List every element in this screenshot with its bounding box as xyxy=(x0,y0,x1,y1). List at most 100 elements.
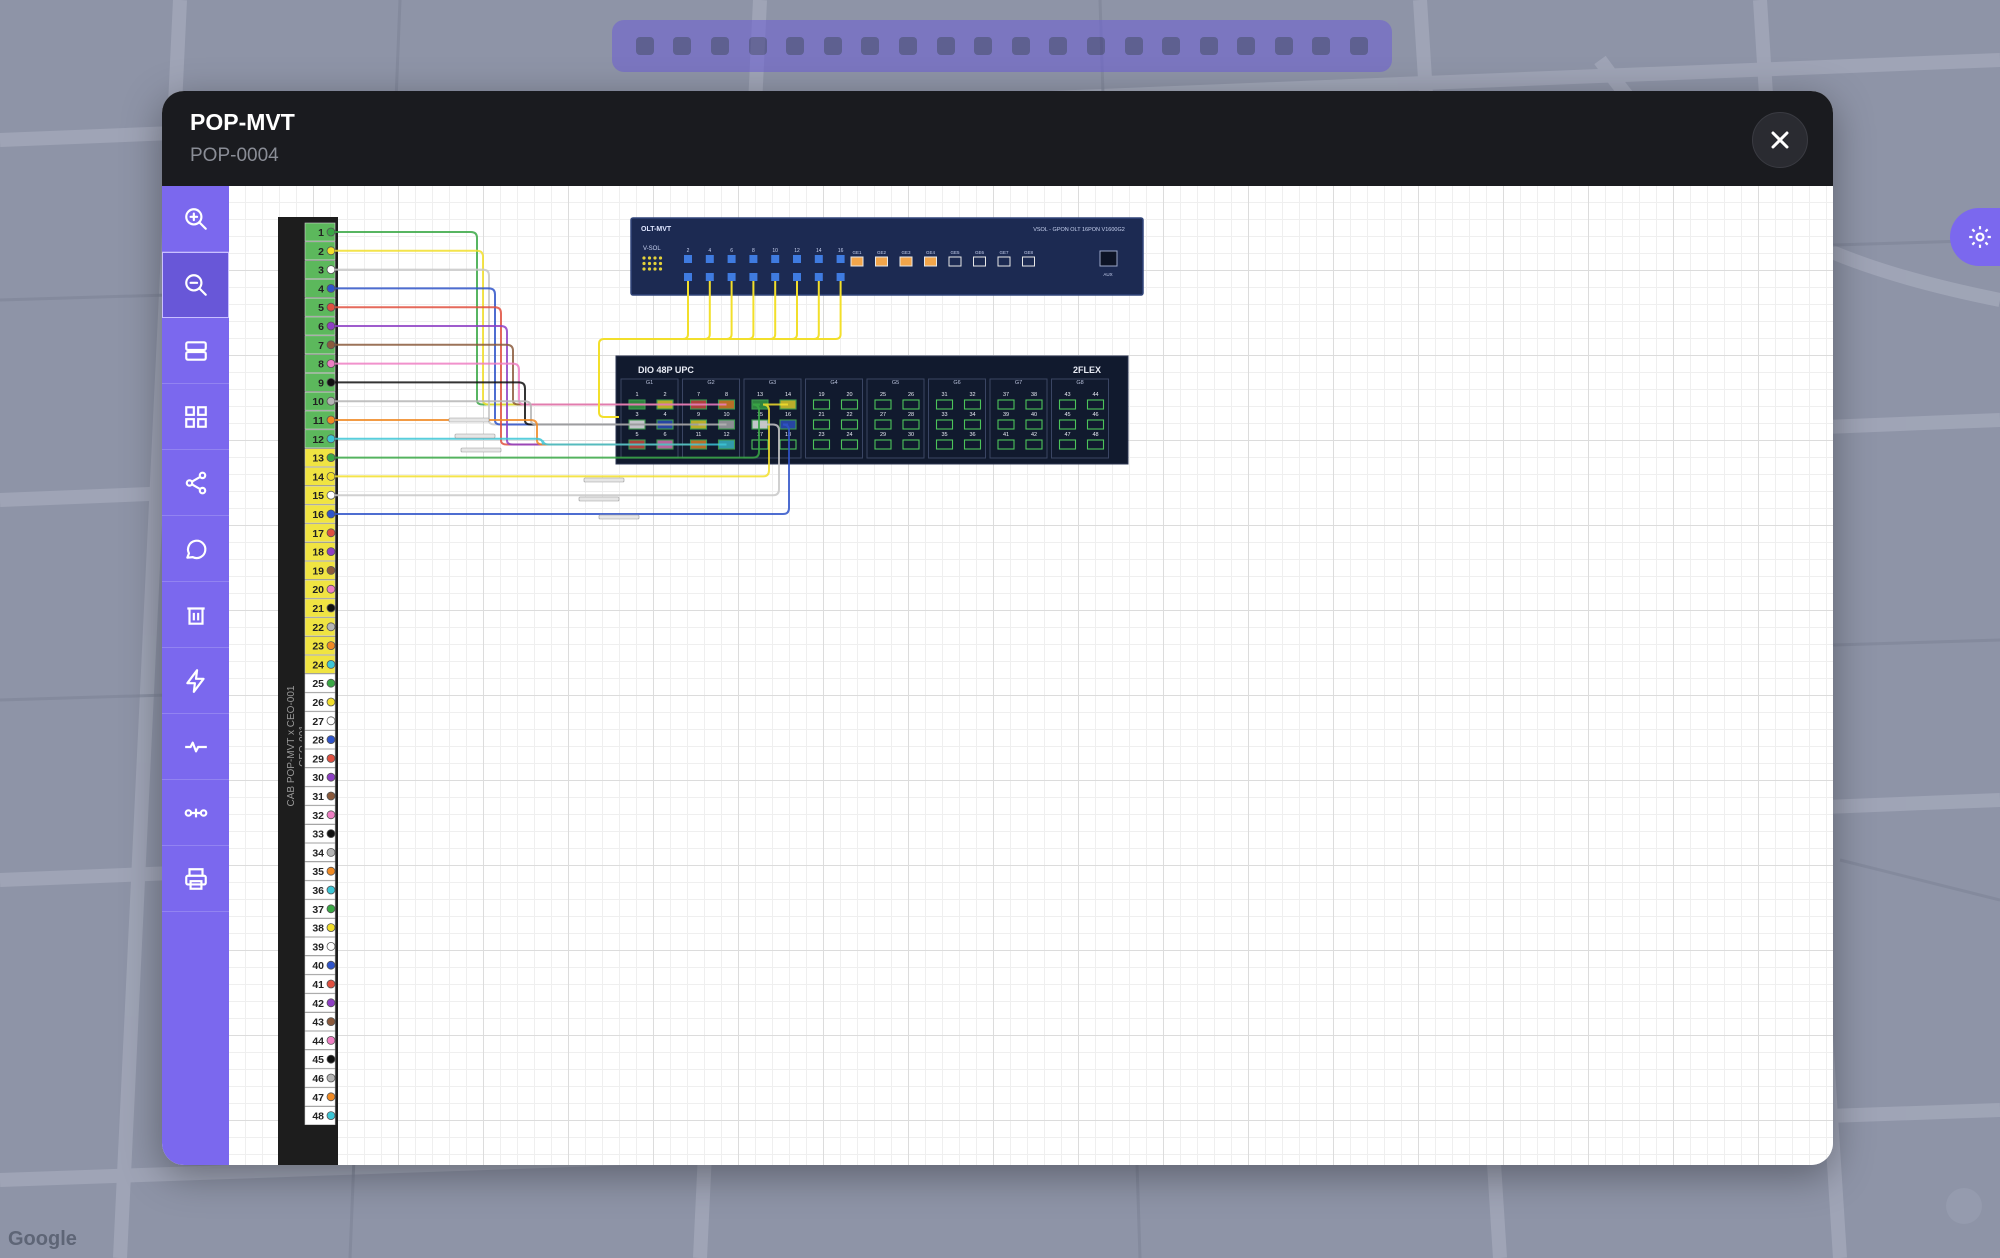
fiber-dot[interactable] xyxy=(326,471,336,481)
olt-pon-port[interactable] xyxy=(727,255,736,263)
fiber-dot[interactable] xyxy=(326,810,336,820)
fiber-dot[interactable] xyxy=(326,584,336,594)
fiber-dot[interactable] xyxy=(326,942,336,951)
toolbar-icon[interactable] xyxy=(1124,37,1143,55)
fiber-dot[interactable] xyxy=(326,340,336,350)
fiber-dot[interactable] xyxy=(326,1017,336,1026)
fiber-dot[interactable] xyxy=(326,716,336,726)
settings-button[interactable] xyxy=(1950,208,2000,266)
fiber-dot[interactable] xyxy=(326,453,336,463)
fiber-dot[interactable] xyxy=(326,396,336,406)
olt-pon-port[interactable] xyxy=(814,255,823,263)
fiber-dot[interactable] xyxy=(326,434,336,444)
olt-pon-port[interactable] xyxy=(836,273,845,281)
fiber-dot[interactable] xyxy=(326,547,336,557)
olt-uplink-port[interactable] xyxy=(899,256,913,267)
fiber-dot[interactable] xyxy=(326,772,336,782)
close-button[interactable] xyxy=(1752,112,1808,168)
toolbar-icon[interactable] xyxy=(1199,37,1218,55)
zoom-out-button[interactable] xyxy=(162,252,229,318)
signal-button[interactable] xyxy=(162,714,229,780)
fiber-dot[interactable] xyxy=(326,697,336,707)
fiber-dot[interactable] xyxy=(326,565,336,575)
toolbar-icon[interactable] xyxy=(861,37,880,55)
fiber-dot[interactable] xyxy=(326,829,336,838)
fiber-dot[interactable] xyxy=(326,1092,336,1102)
toolbar-icon[interactable] xyxy=(974,37,993,55)
fiber-dot[interactable] xyxy=(326,265,336,274)
splice-sleeve[interactable] xyxy=(454,433,496,439)
delete-button[interactable] xyxy=(162,582,229,648)
fiber-dot[interactable] xyxy=(326,735,336,744)
fiber-dot[interactable] xyxy=(326,1073,336,1083)
fiber-dot[interactable] xyxy=(326,321,336,331)
comment-button[interactable] xyxy=(162,516,229,582)
fiber-dot[interactable] xyxy=(326,528,336,538)
pan-icon[interactable] xyxy=(1946,1188,1982,1224)
toolbar-icon[interactable] xyxy=(823,37,842,55)
fiber-dot[interactable] xyxy=(326,603,336,613)
toolbar-icon[interactable] xyxy=(1049,37,1068,55)
olt-pon-port[interactable] xyxy=(749,273,758,281)
toolbar-icon[interactable] xyxy=(1162,37,1181,55)
equipment-button[interactable] xyxy=(162,318,229,384)
splice-sleeve[interactable] xyxy=(598,514,640,520)
toolbar-icon[interactable] xyxy=(635,37,654,55)
toolbar-icon[interactable] xyxy=(673,37,692,55)
toolbar-icon[interactable] xyxy=(748,37,767,55)
olt-pon-port[interactable] xyxy=(814,273,823,281)
toolbar-icon[interactable] xyxy=(1237,37,1256,55)
fiber-dot[interactable] xyxy=(326,904,336,914)
fiber-dot[interactable] xyxy=(326,1111,336,1120)
fiber-dot[interactable] xyxy=(326,509,336,519)
fiber-dot[interactable] xyxy=(326,848,336,857)
fiber-dot[interactable] xyxy=(326,998,336,1008)
fiber-dot[interactable] xyxy=(326,284,336,293)
fiber-dot[interactable] xyxy=(326,866,336,876)
olt-pon-port[interactable] xyxy=(684,255,692,263)
layout-button[interactable] xyxy=(162,384,229,450)
fiber-dot[interactable] xyxy=(326,1054,336,1064)
zoom-in-button[interactable] xyxy=(162,186,229,252)
fiber-dot[interactable] xyxy=(326,415,336,425)
olt-aux-port[interactable] xyxy=(1099,250,1118,267)
fiber-dot[interactable] xyxy=(326,227,336,237)
share-button[interactable] xyxy=(162,450,229,516)
toolbar-icon[interactable] xyxy=(1312,37,1331,55)
toolbar-icon[interactable] xyxy=(936,37,955,55)
olt-uplink-port[interactable] xyxy=(924,256,937,267)
olt-pon-port[interactable] xyxy=(705,273,714,281)
toolbar-icon[interactable] xyxy=(898,37,917,55)
fiber-route[interactable] xyxy=(335,231,637,406)
fiber-dot[interactable] xyxy=(326,641,336,651)
fiber-dot[interactable] xyxy=(326,754,336,763)
toolbar-icon[interactable] xyxy=(786,37,805,55)
olt-pon-port[interactable] xyxy=(793,273,801,281)
fiber-dot[interactable] xyxy=(326,490,336,500)
fiber-dot[interactable] xyxy=(326,923,336,932)
toolbar-icon[interactable] xyxy=(1011,37,1030,55)
fiber-dot[interactable] xyxy=(326,359,336,369)
olt-pon-port[interactable] xyxy=(771,255,780,263)
fiber-dot[interactable] xyxy=(326,678,336,688)
fiber-dot[interactable] xyxy=(326,1036,336,1045)
olt-pon-port[interactable] xyxy=(684,273,692,281)
toolbar-icon[interactable] xyxy=(1086,37,1105,55)
splice-sleeve[interactable] xyxy=(578,496,620,502)
olt-pon-port[interactable] xyxy=(705,255,714,263)
olt-pon-port[interactable] xyxy=(793,255,801,263)
toolbar-icon[interactable] xyxy=(1350,37,1369,55)
splice-sleeve[interactable] xyxy=(460,447,502,453)
olt-uplink-port[interactable] xyxy=(875,256,888,267)
toolbar-icon[interactable] xyxy=(1274,37,1293,55)
power-button[interactable] xyxy=(162,648,229,714)
splice-sleeve[interactable] xyxy=(448,417,490,423)
olt-pon-port[interactable] xyxy=(727,273,736,281)
olt-pon-port[interactable] xyxy=(749,255,758,263)
fiber-dot[interactable] xyxy=(326,791,336,801)
olt-pon-port[interactable] xyxy=(771,273,780,281)
toolbar-icon[interactable] xyxy=(710,37,729,55)
splice-button[interactable] xyxy=(162,780,229,846)
splice-sleeve[interactable] xyxy=(583,477,625,483)
olt-pon-port[interactable] xyxy=(836,255,845,263)
